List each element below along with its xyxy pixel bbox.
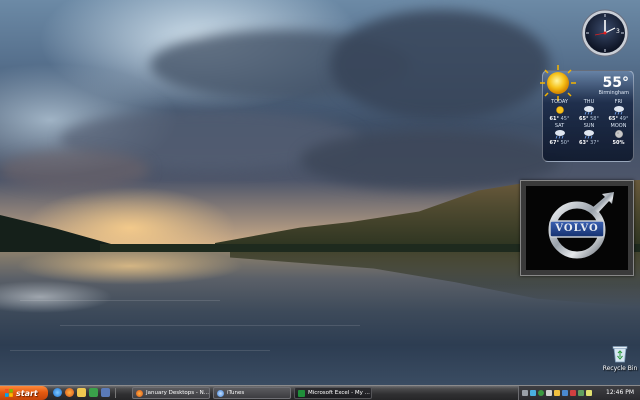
rain-icon	[604, 105, 633, 115]
taskbar-button-firefox[interactable]: January Desktops - N...	[132, 387, 210, 399]
weather-location: Birmingham	[598, 90, 630, 96]
security-icon[interactable]	[538, 390, 544, 396]
media-player-icon[interactable]	[89, 388, 98, 397]
usb-icon[interactable]	[578, 390, 584, 396]
slideshow-image: VOLVO	[526, 186, 628, 270]
forecast-day: THU 65° 58°	[575, 99, 604, 123]
taskbar-button-label: iTunes	[227, 390, 245, 396]
recycle-bin-icon	[612, 346, 628, 363]
volvo-logo-text: VOLVO	[555, 223, 599, 234]
wallpaper-ripple	[20, 300, 220, 301]
forecast-high: 61°	[549, 116, 559, 122]
taskbar-button-itunes[interactable]: iTunes	[213, 387, 291, 399]
system-tray: 12:46 PM	[518, 386, 640, 400]
taskbar-button-label: January Desktops - N...	[146, 390, 209, 396]
windows-flag-icon	[5, 389, 13, 397]
quick-launch-bar	[53, 388, 118, 399]
volume-icon[interactable]	[546, 390, 552, 396]
firefox-icon	[136, 389, 143, 397]
forecast-high: 65°	[608, 116, 618, 122]
clock-gadget[interactable]: 3	[580, 8, 630, 58]
forecast-low: 37°	[590, 140, 599, 146]
ie-icon[interactable]	[53, 388, 62, 397]
show-desktop-icon[interactable]	[101, 388, 110, 397]
forecast-row: TODAY 61° 45° THU 65° 58° FRI 65° 49°	[545, 99, 633, 123]
excel-icon	[298, 389, 305, 397]
sunny-icon	[545, 105, 574, 115]
wallpaper-ripple	[10, 350, 270, 351]
quick-launch-separator	[115, 388, 116, 398]
forecast-row: SAT 67° 50° SUN 63° 37° MOON 50%	[545, 123, 633, 147]
forecast-day: TODAY 61° 45°	[545, 99, 574, 123]
slideshow-gadget[interactable]: VOLVO	[520, 180, 634, 276]
moon-icon	[604, 129, 633, 139]
itunes-icon	[217, 389, 224, 397]
forecast-day: MOON 50%	[604, 123, 633, 147]
taskbar-clock[interactable]: 12:46 PM	[606, 389, 634, 396]
current-temperature: 55°	[602, 75, 629, 91]
folder-icon[interactable]	[77, 388, 86, 397]
forecast-low: 58°	[590, 116, 599, 122]
messenger-icon[interactable]	[554, 390, 560, 396]
recycle-bin-label: Recycle Bin	[602, 365, 638, 372]
taskbar-button-excel[interactable]: Microsoft Excel - My ...	[294, 387, 372, 399]
forecast-high: 65°	[579, 116, 589, 122]
weather-gadget[interactable]: 55° Birmingham TODAY 61° 45° THU 65° 58°…	[540, 65, 634, 162]
power-icon[interactable]	[586, 390, 592, 396]
rain-icon	[545, 129, 574, 139]
network-icon[interactable]	[530, 390, 536, 396]
wallpaper-cloud	[0, 150, 150, 190]
rain-icon	[575, 105, 604, 115]
forecast-high: 67°	[549, 140, 559, 146]
clock-face-icon	[581, 9, 629, 57]
firefox-icon[interactable]	[65, 388, 74, 397]
recycle-bin-icon-shortcut[interactable]: Recycle Bin	[600, 345, 640, 372]
taskbar-button-label: Microsoft Excel - My ...	[308, 390, 370, 396]
taskbar: start January Desktops - N... iTunes Mic…	[0, 385, 640, 400]
forecast-day: FRI 65° 49°	[604, 99, 633, 123]
tray-expand-icon[interactable]	[522, 390, 528, 396]
forecast-low: 50°	[560, 140, 570, 146]
wallpaper-ripple	[60, 325, 360, 326]
forecast-high: 63°	[579, 140, 589, 146]
clock-hour-number: 3	[616, 28, 620, 35]
update-icon[interactable]	[562, 390, 568, 396]
sunny-icon	[540, 65, 576, 101]
forecast-day: SAT 67° 50°	[545, 123, 574, 147]
wallpaper-cloud	[330, 10, 550, 120]
forecast-low: 49°	[619, 116, 629, 122]
start-button[interactable]: start	[0, 386, 48, 400]
forecast-grid: TODAY 61° 45° THU 65° 58° FRI 65° 49° SA…	[545, 99, 633, 147]
moon-phase-percent: 50%	[612, 140, 625, 146]
rain-icon	[575, 129, 604, 139]
forecast-low: 45°	[560, 116, 570, 122]
antivirus-icon[interactable]	[570, 390, 576, 396]
start-label: start	[16, 388, 38, 398]
forecast-day: SUN 63° 37°	[575, 123, 604, 147]
